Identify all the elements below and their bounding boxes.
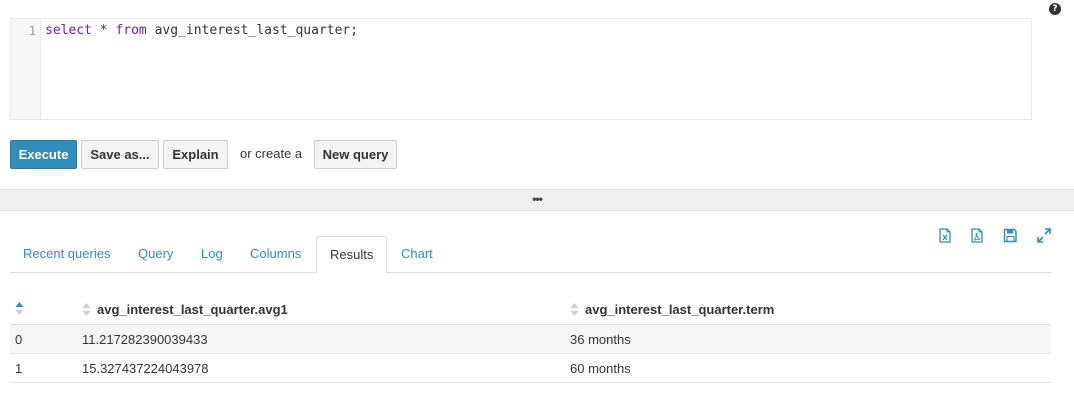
tab-log[interactable]: Log <box>188 236 236 273</box>
table-cell: 60 months <box>570 361 631 376</box>
column-header[interactable]: avg_interest_last_quarter.term <box>585 294 774 325</box>
editor-gutter: 1 <box>11 19 41 119</box>
sort-icon[interactable] <box>570 294 579 325</box>
results-pane: Recent queries Query Log Columns Results… <box>0 211 1074 414</box>
table-row: 1 15.327437224043978 60 months <box>10 354 1051 383</box>
help-icon[interactable]: ? <box>1049 3 1061 15</box>
tab-query[interactable]: Query <box>125 236 186 273</box>
tab-recent-queries[interactable]: Recent queries <box>10 236 123 273</box>
sort-asc-icon[interactable] <box>15 294 24 325</box>
save-as-button[interactable]: Save as... <box>81 140 159 169</box>
row-index: 0 <box>15 332 23 347</box>
code-text: avg_interest_last_quarter; <box>146 23 359 38</box>
column-header[interactable]: avg_interest_last_quarter.avg1 <box>97 294 288 325</box>
query-editor-pane: ? 1 select * from avg_interest_last_quar… <box>0 0 1074 190</box>
or-create-text: or create a <box>240 146 303 161</box>
sort-icon[interactable] <box>82 294 91 325</box>
explain-button[interactable]: Explain <box>163 140 228 169</box>
keyword-select: select <box>45 23 92 38</box>
drag-handle-icon: ••• <box>532 192 543 206</box>
tab-chart[interactable]: Chart <box>388 236 446 273</box>
results-table: avg_interest_last_quarter.avg1 avg_inter… <box>10 294 1051 383</box>
line-number: 1 <box>28 24 36 38</box>
results-tabs: Recent queries Query Log Columns Results… <box>10 236 1051 274</box>
table-header-row: avg_interest_last_quarter.avg1 avg_inter… <box>10 294 1051 325</box>
tab-columns[interactable]: Columns <box>237 236 314 273</box>
sql-editor[interactable]: 1 select * from avg_interest_last_quarte… <box>10 18 1032 120</box>
code-line[interactable]: select * from avg_interest_last_quarter; <box>45 23 358 38</box>
table-cell: 15.327437224043978 <box>82 361 209 376</box>
pane-resizer[interactable]: ••• <box>0 190 1074 211</box>
keyword-from: from <box>115 23 147 38</box>
tab-results[interactable]: Results <box>316 236 388 274</box>
execute-button[interactable]: Execute <box>10 140 77 169</box>
new-query-button[interactable]: New query <box>314 140 397 169</box>
code-text: * <box>91 23 116 38</box>
row-index: 1 <box>15 361 23 376</box>
table-cell: 36 months <box>570 332 631 347</box>
table-row: 0 11.217282390039433 36 months <box>10 325 1051 354</box>
table-cell: 11.217282390039433 <box>82 332 208 347</box>
